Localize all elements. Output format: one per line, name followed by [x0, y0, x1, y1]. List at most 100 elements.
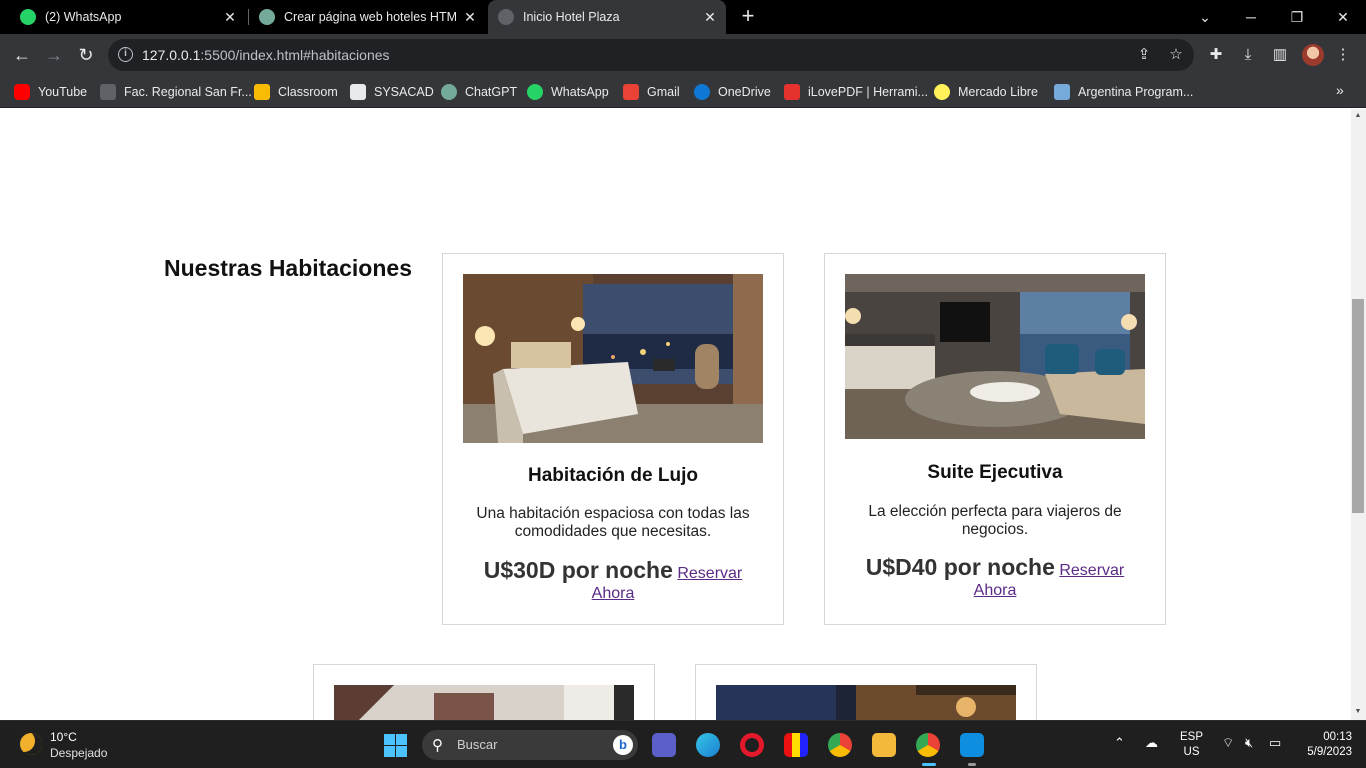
bookmark-mercadolibre[interactable]: Mercado Libre [934, 82, 1038, 102]
back-button[interactable]: ← [8, 41, 36, 69]
bookmark-ilovepdf[interactable]: iLovePDF | Herrami... [784, 82, 928, 102]
vscode-icon[interactable] [960, 733, 984, 766]
scroll-down-arrow-icon[interactable]: ▼ [1353, 708, 1363, 716]
more-bookmarks-icon[interactable]: » [1336, 82, 1344, 98]
room-card: Habitación de Lujo Una habitación espaci… [442, 253, 784, 625]
language-code: ESP [1180, 731, 1204, 743]
close-tab-icon[interactable]: ✕ [702, 9, 718, 26]
room-photo [463, 274, 763, 443]
onedrive-icon [694, 84, 710, 100]
windows-taskbar: 10°C Despejado ⚲ Buscar b ⌃ ☁ ESP US ⌔ 🔇… [0, 720, 1366, 768]
reload-button[interactable]: ↻ [72, 41, 100, 69]
bookmark-whatsapp[interactable]: WhatsApp [527, 82, 609, 102]
scrollbar-thumb[interactable] [1352, 299, 1364, 513]
room-price-line: U$D40 por noche Reservar Ahora [845, 554, 1145, 601]
section-title: Nuestras Habitaciones [164, 255, 412, 281]
address-bar[interactable]: i 127.0.0.1:5500/index.html#habitaciones… [108, 39, 1194, 71]
room-description: La elección perfecta para viajeros de ne… [868, 503, 1122, 538]
clock[interactable]: 00:13 5/9/2023 [1296, 730, 1352, 760]
room-card [313, 664, 655, 720]
edge-icon[interactable] [696, 733, 720, 757]
opera-icon[interactable] [740, 733, 764, 757]
close-window-button[interactable]: ✕ [1320, 0, 1366, 34]
chatgpt-icon [259, 9, 275, 25]
file-explorer-icon[interactable] [872, 733, 896, 757]
extensions-icon[interactable]: ✚ [1205, 44, 1227, 66]
search-placeholder: Buscar [457, 737, 498, 752]
tab-search-button[interactable]: ⌄ [1182, 0, 1228, 34]
mercadolibre-icon [934, 84, 950, 100]
bookmark-classroom[interactable]: Classroom [254, 82, 338, 102]
argentina-icon [1054, 84, 1070, 100]
utn-icon [350, 84, 366, 100]
search-icon: ⚲ [432, 737, 443, 754]
room-card: Suite Ejecutiva La elección perfecta par… [824, 253, 1166, 625]
tab-divider [248, 9, 249, 25]
bookmark-fac-regional[interactable]: Fac. Regional San Fr... [100, 82, 252, 102]
browser-toolbar: ← → ↻ i 127.0.0.1:5500/index.html#habita… [0, 34, 1366, 76]
tab-title: Inicio Hotel Plaza [523, 10, 620, 24]
close-tab-icon[interactable]: ✕ [222, 9, 238, 26]
bookmark-youtube[interactable]: YouTube [14, 82, 87, 102]
volume-muted-icon[interactable]: 🔇︎ [1245, 735, 1253, 751]
tab-hotel-plaza[interactable]: Inicio Hotel Plaza ✕ [488, 0, 726, 34]
globe-icon [498, 9, 514, 25]
chatgpt-icon [441, 84, 457, 100]
input-language[interactable]: ESP US [1180, 730, 1203, 760]
meet-icon[interactable] [652, 733, 676, 757]
close-tab-icon[interactable]: ✕ [462, 9, 478, 26]
forward-button[interactable]: → [40, 41, 68, 69]
room-card [695, 664, 1037, 720]
store-icon[interactable] [784, 733, 808, 757]
site-info-icon[interactable]: i [118, 47, 133, 62]
restore-button[interactable]: ❐ [1274, 0, 1320, 34]
weather-condition[interactable]: Despejado [50, 746, 107, 760]
clock-time: 00:13 [1323, 731, 1352, 743]
region-code: US [1183, 746, 1200, 758]
download-icon[interactable]: ⤓ [1237, 44, 1259, 66]
bookmark-sysacad[interactable]: SYSACAD [350, 82, 434, 102]
gmail-icon [623, 84, 639, 100]
profile-avatar[interactable] [1302, 44, 1324, 66]
bookmark-star-icon[interactable]: ☆ [1166, 45, 1186, 65]
whatsapp-icon [527, 84, 543, 100]
battery-icon[interactable]: ▭ [1269, 735, 1281, 751]
minimize-button[interactable]: ─ [1228, 0, 1274, 34]
tab-whatsapp[interactable]: (2) WhatsApp ✕ [10, 0, 246, 34]
wifi-icon[interactable]: ⌔ [1222, 735, 1234, 751]
scroll-up-arrow-icon[interactable]: ▲ [1353, 112, 1363, 120]
chrome-icon[interactable] [828, 733, 852, 757]
whatsapp-icon [20, 9, 36, 25]
chrome-profile-icon[interactable] [916, 733, 940, 766]
menu-icon[interactable]: ⋮ [1332, 44, 1354, 66]
windows-start-icon[interactable] [384, 734, 407, 757]
url-text: 127.0.0.1:5500/index.html#habitaciones [142, 47, 390, 63]
bing-icon[interactable]: b [613, 735, 633, 755]
room-photo [334, 685, 634, 720]
bookmark-onedrive[interactable]: OneDrive [694, 82, 771, 102]
bookmark-argentina-programa[interactable]: Argentina Program... [1054, 82, 1193, 102]
room-photo [845, 274, 1145, 439]
side-panel-icon[interactable]: ▥ [1269, 44, 1291, 66]
utn-icon [100, 84, 116, 100]
room-title: Habitación de Lujo [528, 465, 698, 486]
bookmark-chatgpt[interactable]: ChatGPT [441, 82, 517, 102]
room-description: Una habitación espaciosa con todas las c… [476, 505, 750, 540]
bookmark-gmail[interactable]: Gmail [623, 82, 680, 102]
new-tab-button[interactable]: + [738, 5, 758, 29]
clock-date: 5/9/2023 [1307, 746, 1352, 758]
tab-title: (2) WhatsApp [45, 10, 122, 24]
tab-chatgpt[interactable]: Crear página web hoteles HTML/ ✕ [250, 0, 486, 34]
page-viewport: Nuestras Habitaciones Habitación de Lujo… [0, 109, 1351, 720]
room-price: U$D40 por noche [865, 554, 1055, 580]
taskbar-search[interactable]: ⚲ Buscar b [422, 730, 638, 760]
ilovepdf-icon [784, 84, 800, 100]
browser-tab-strip: (2) WhatsApp ✕ Crear página web hoteles … [0, 0, 1366, 34]
share-icon[interactable]: ⇪ [1134, 45, 1154, 65]
room-photo [716, 685, 1016, 720]
weather-temperature[interactable]: 10°C [50, 730, 77, 744]
chevron-up-icon[interactable]: ⌃ [1114, 735, 1125, 751]
onedrive-status-icon[interactable]: ☁ [1145, 735, 1158, 751]
classroom-icon [254, 84, 270, 100]
moon-icon[interactable] [20, 733, 42, 755]
